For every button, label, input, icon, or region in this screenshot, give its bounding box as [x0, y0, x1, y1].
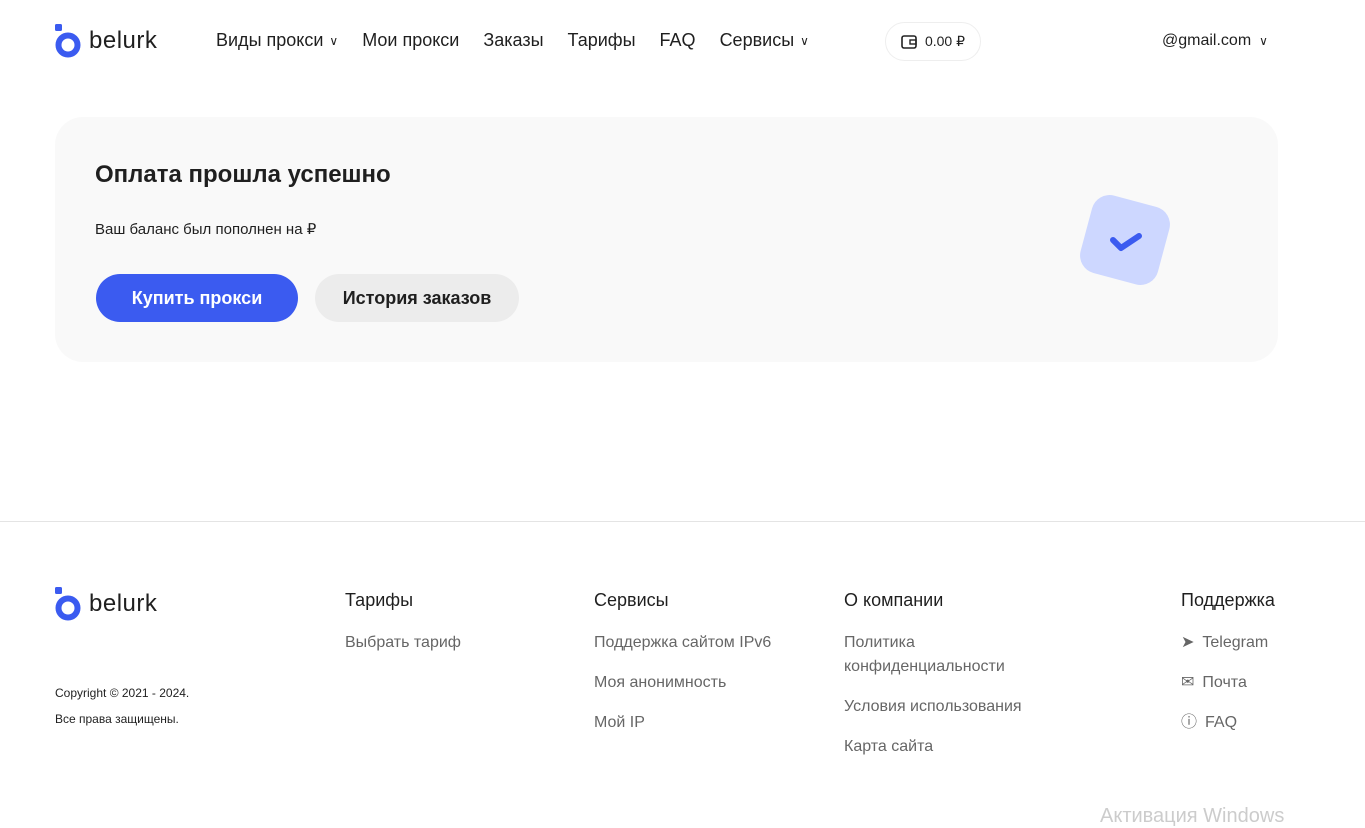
footer-logo[interactable]: belurk — [55, 587, 157, 621]
brand-name: belurk — [89, 27, 158, 54]
mail-link[interactable]: ✉ Почта — [1181, 671, 1275, 695]
success-check-icon — [1076, 191, 1174, 289]
mail-icon: ✉ — [1181, 674, 1195, 691]
copyright-text: Copyright © 2021 - 2024. — [55, 686, 190, 700]
user-email: @gmail.com — [1162, 32, 1252, 49]
logo[interactable]: belurk — [55, 24, 157, 58]
brand-name: belurk — [89, 590, 158, 617]
balance-value: 0.00 ₽ — [924, 33, 966, 49]
footer-link[interactable]: Мой IP — [594, 711, 771, 735]
footer-tariffs: Тарифы Выбрать тариф — [345, 590, 461, 671]
footer-link[interactable]: Карта сайта — [844, 735, 1044, 759]
balance-message: Ваш баланс был пополнен на ₽ — [95, 221, 317, 238]
link-label: Telegram — [1202, 634, 1269, 651]
footer-link[interactable]: Моя анонимность — [594, 671, 771, 695]
buy-proxy-button[interactable]: Купить прокси — [96, 274, 298, 322]
nav-my-proxies[interactable]: Мои прокси — [362, 30, 459, 51]
footer-heading: Поддержка — [1181, 590, 1275, 610]
footer-link[interactable]: Выбрать тариф — [345, 631, 461, 655]
wallet-icon — [901, 34, 917, 49]
chevron-down-icon: ∨ — [800, 33, 809, 48]
nav-services[interactable]: Сервисы ∨ — [720, 30, 809, 51]
user-menu[interactable]: @gmail.com ∨ — [1162, 32, 1268, 50]
windows-watermark: Активация Windows — [1100, 805, 1285, 827]
footer-link[interactable]: Условия использования — [844, 695, 1044, 719]
telegram-link[interactable]: ➤ Telegram — [1181, 631, 1275, 655]
nav-tariffs[interactable]: Тарифы — [568, 30, 636, 51]
footer-link[interactable]: Политика конфиденциальности — [844, 631, 1024, 679]
nav-orders[interactable]: Заказы — [483, 30, 543, 51]
link-label: Почта — [1202, 674, 1247, 691]
order-history-button[interactable]: История заказов — [315, 274, 519, 322]
rights-text: Все права защищены. — [55, 712, 179, 726]
footer-divider — [0, 521, 1365, 522]
wallet-balance[interactable]: 0.00 ₽ — [885, 22, 981, 61]
nav-proxy-types[interactable]: Виды прокси ∨ — [216, 30, 338, 51]
footer-heading: О компании — [844, 590, 944, 610]
logo-icon — [55, 24, 81, 58]
main-nav: Виды прокси ∨ Мои прокси Заказы Тарифы FA… — [216, 30, 809, 51]
link-label: FAQ — [1205, 714, 1238, 731]
nav-faq[interactable]: FAQ — [660, 30, 696, 51]
copyright: Copyright © 2021 - 2024. Все права защищ… — [55, 680, 189, 732]
footer-company: О компании Политика конфиденциальности У… — [844, 590, 1044, 775]
faq-link[interactable]: ⓘ FAQ — [1181, 711, 1275, 735]
payment-success-card: Оплата прошла успешно Ваш баланс был поп… — [55, 117, 1278, 362]
question-icon: ⓘ — [1181, 714, 1198, 731]
chevron-down-icon: ∨ — [1259, 34, 1268, 48]
telegram-icon: ➤ — [1181, 634, 1195, 651]
footer-heading: Сервисы — [594, 590, 669, 610]
footer-heading: Тарифы — [345, 590, 414, 610]
footer-link[interactable]: Поддержка сайтом IPv6 — [594, 631, 771, 655]
footer-support: Поддержка ➤ Telegram ✉ Почта ⓘ FAQ — [1181, 590, 1275, 751]
chevron-down-icon: ∨ — [329, 33, 339, 48]
footer-services: Сервисы Поддержка сайтом IPv6 Моя аноним… — [594, 590, 771, 751]
page-title: Оплата прошла успешно — [95, 161, 391, 188]
logo-icon — [55, 587, 81, 621]
